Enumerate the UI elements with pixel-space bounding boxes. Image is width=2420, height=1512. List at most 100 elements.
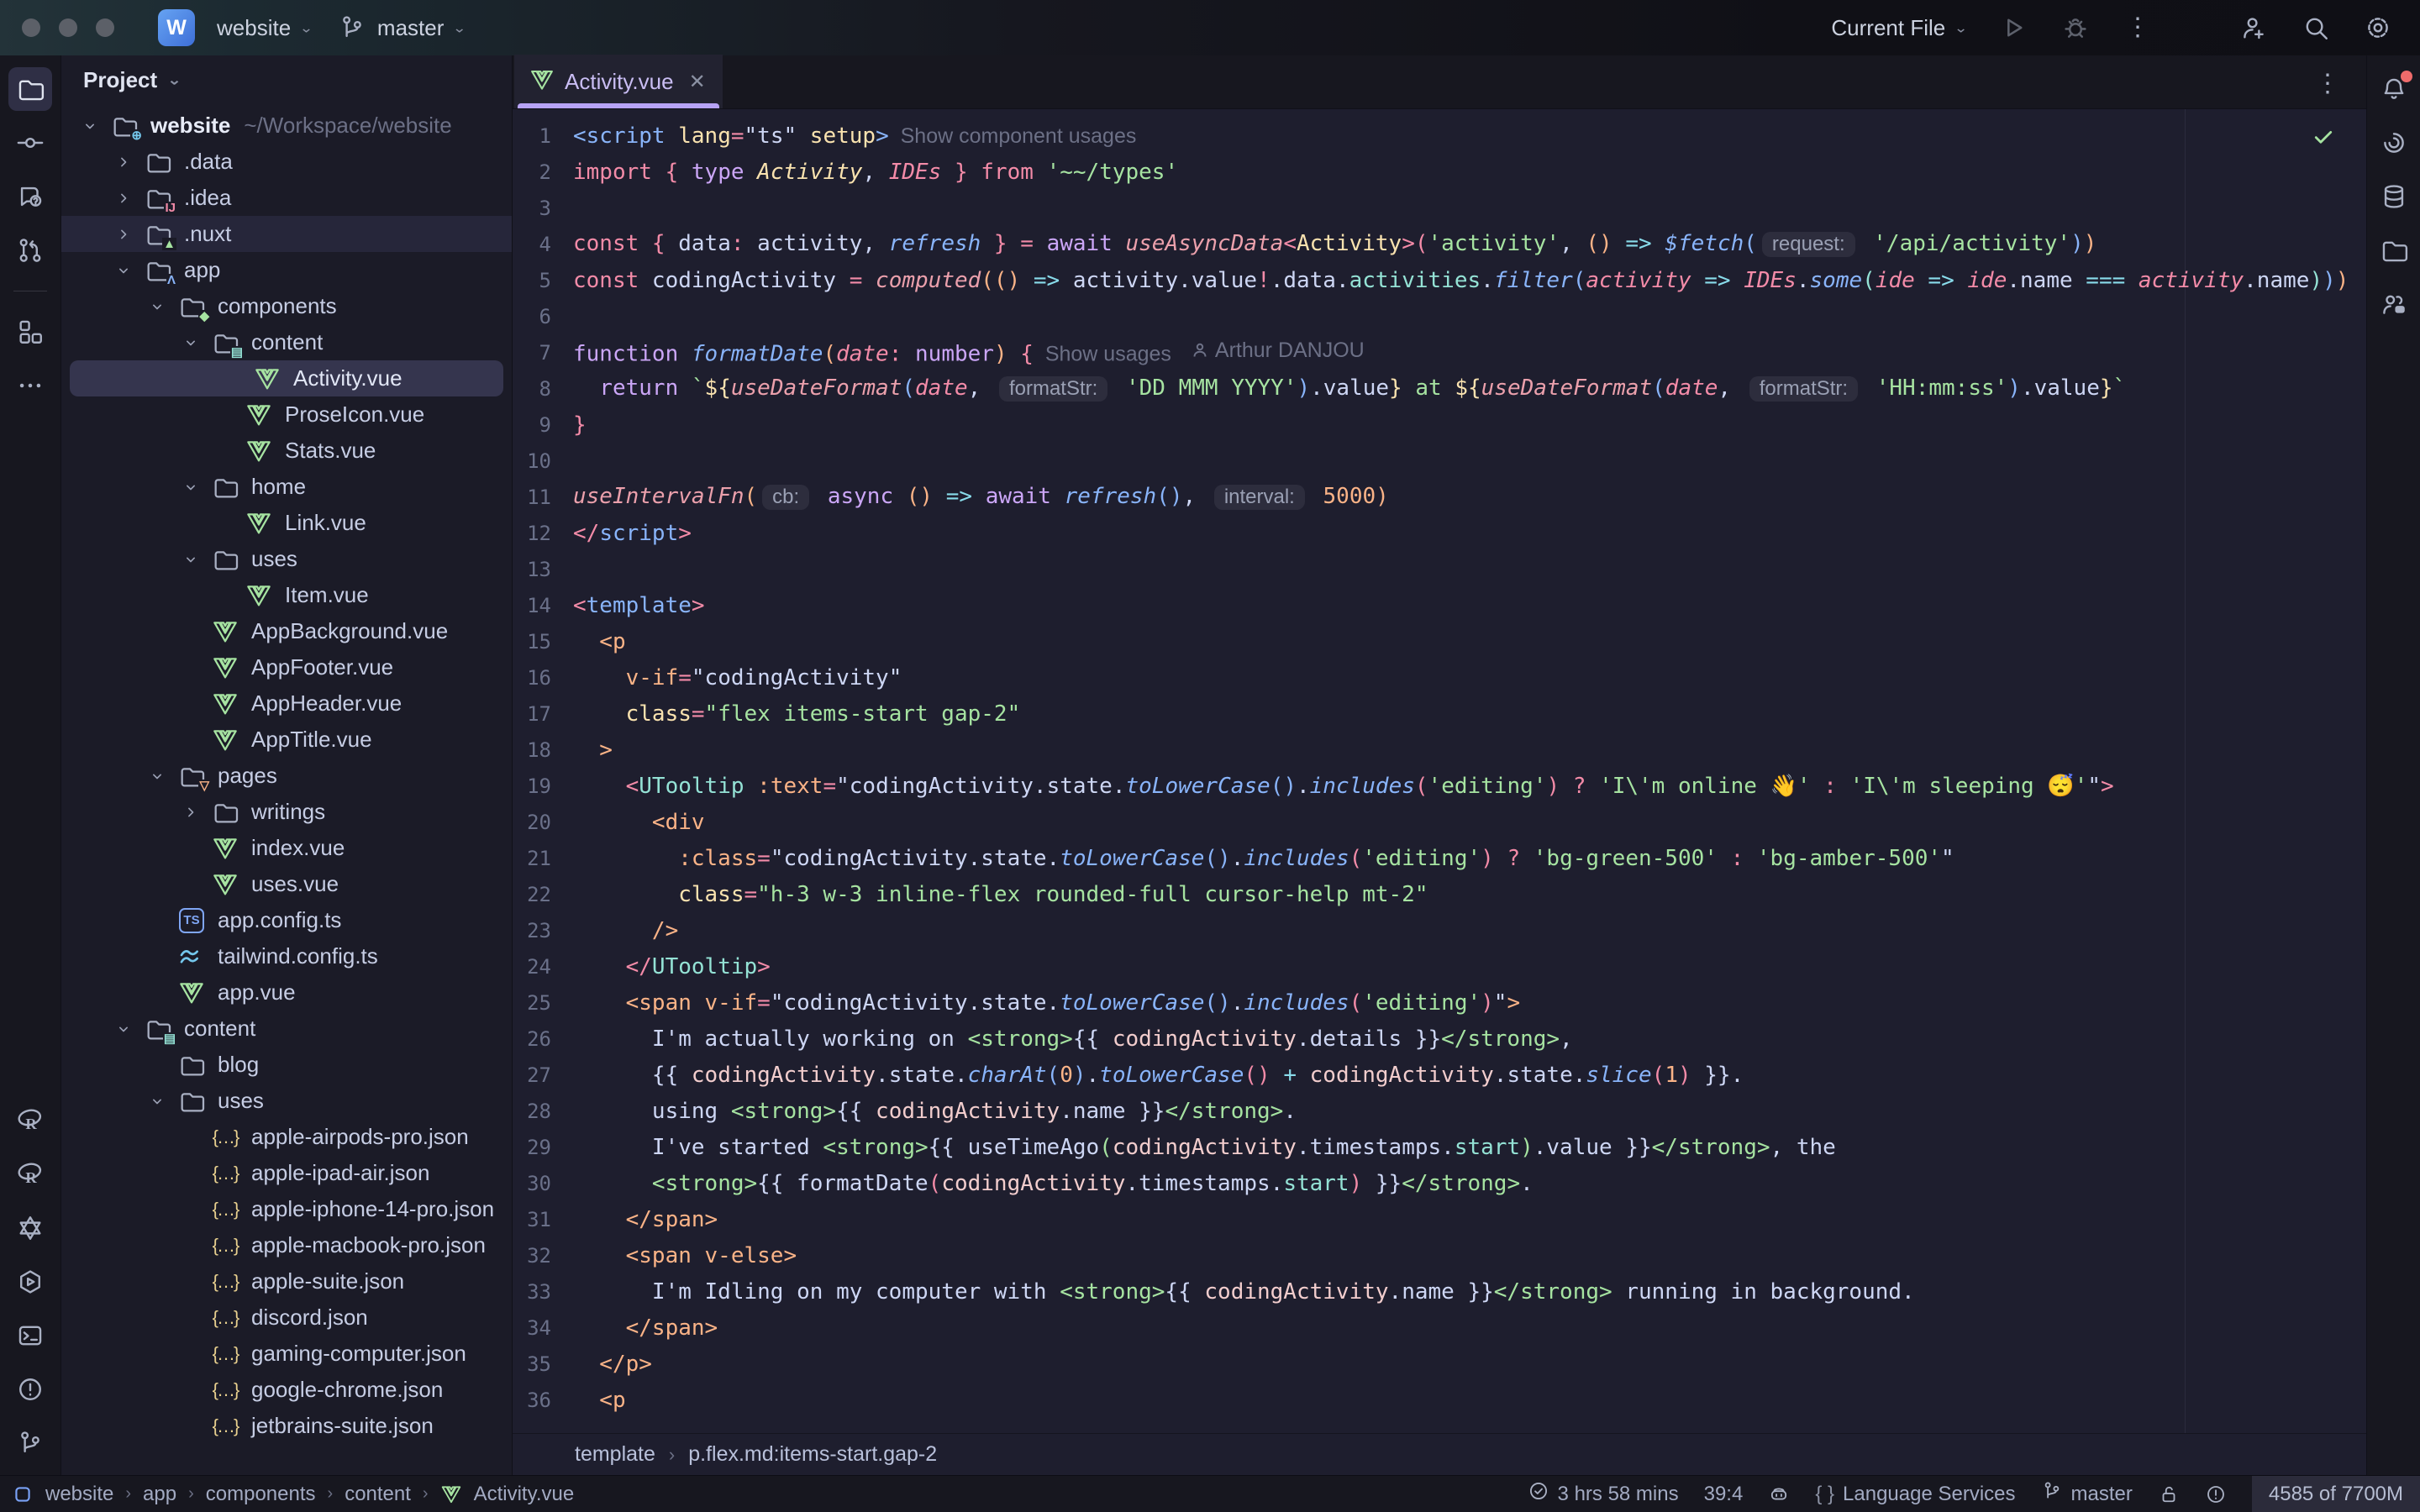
tree-item-apple-ipad-air-json[interactable]: {…}apple-ipad-air.json [61,1155,512,1191]
code-line-19[interactable]: 19 <UTooltip :text="codingActivity.state… [513,768,2366,804]
code-line-5[interactable]: 5const codingActivity = computed(() => a… [513,262,2366,298]
tree-item-app-vue[interactable]: app.vue [61,974,512,1011]
ai-help-chat-icon[interactable] [8,175,52,218]
chevron-down-icon[interactable] [73,118,107,134]
chevron-down-icon[interactable] [174,334,208,351]
minimize-window-button[interactable] [59,18,77,37]
run-button[interactable] [1996,11,2030,45]
chevron-down-icon[interactable] [174,551,208,568]
tree-item-blog[interactable]: blog [61,1047,512,1083]
tree-item-stats-vue[interactable]: Stats.vue [61,433,512,469]
chevron-down-icon[interactable] [140,1093,174,1110]
code-editor[interactable]: 1<script lang="ts" setup> Show component… [513,109,2366,1433]
code-line-17[interactable]: 17 class="flex items-start gap-2" [513,696,2366,732]
tree-item-apple-airpods-pro-json[interactable]: {…}apple-airpods-pro.json [61,1119,512,1155]
tree-item-writings[interactable]: writings [61,794,512,830]
tree-item-proseicon-vue[interactable]: ProseIcon.vue [61,396,512,433]
chevron-right-icon[interactable] [107,190,140,207]
status-path-item[interactable]: components [206,1483,316,1506]
code-line-8[interactable]: 8 return `${useDateFormat(date, formatSt… [513,370,2366,407]
r-language-icon[interactable]: R [8,1099,52,1142]
copilot-status-icon[interactable] [1768,1483,1790,1505]
tab-activity-vue[interactable]: Activity.vue ✕ [514,55,723,108]
tree-item-content[interactable]: ▤content [61,324,512,360]
code-line-2[interactable]: 2import { type Activity, IDEs } from '~~… [513,154,2366,190]
database-icon[interactable] [2372,175,2416,218]
tree-item-apptitle-vue[interactable]: AppTitle.vue [61,722,512,758]
code-line-3[interactable]: 3 [513,190,2366,226]
tree-item-google-chrome-json[interactable]: {…}google-chrome.json [61,1372,512,1408]
project-widget[interactable]: website ⌄ [217,15,313,41]
problems-indicator-icon[interactable] [2205,1483,2227,1505]
version-control-icon[interactable] [8,1421,52,1465]
editor-options-button[interactable]: ⋮ [2311,67,2344,101]
code-line-27[interactable]: 27 {{ codingActivity.state.charAt(0).toL… [513,1057,2366,1093]
tree-item--idea[interactable]: IJ.idea [61,180,512,216]
pull-requests-icon[interactable] [8,228,52,272]
code-line-35[interactable]: 35 </p> [513,1346,2366,1382]
git-branch-widget[interactable]: master [2041,1480,2133,1508]
chevron-down-icon[interactable] [107,1021,140,1037]
tree-item-apple-macbook-pro-json[interactable]: {…}apple-macbook-pro.json [61,1227,512,1263]
tree-item-components[interactable]: ◆components [61,288,512,324]
code-line-30[interactable]: 30 <strong>{{ formatDate(codingActivity.… [513,1165,2366,1201]
debug-button[interactable] [2059,11,2092,45]
services-icon[interactable] [8,1260,52,1304]
tree-item-appheader-vue[interactable]: AppHeader.vue [61,685,512,722]
tree-item-app[interactable]: Λapp [61,252,512,288]
breadcrumb-item[interactable]: p.flex.md:items-start.gap-2 [688,1442,937,1467]
chevron-right-icon[interactable] [107,154,140,171]
graphql-icon[interactable] [8,1206,52,1250]
run-config-selector[interactable]: Current File ⌄ [1831,15,1968,41]
coding-time-widget[interactable]: 3 hrs 58 mins [1528,1480,1679,1508]
code-line-25[interactable]: 25 <span v-if="codingActivity.state.toLo… [513,984,2366,1021]
code-line-23[interactable]: 23 /> [513,912,2366,948]
breadcrumb-item[interactable]: template [575,1442,655,1467]
code-line-16[interactable]: 16 v-if="codingActivity" [513,659,2366,696]
ai-assistant-swirl-icon[interactable] [2372,121,2416,165]
code-line-10[interactable]: 10 [513,443,2366,479]
inspections-ok-icon[interactable] [2311,124,2336,155]
code-line-29[interactable]: 29 I've started <strong>{{ useTimeAgo(co… [513,1129,2366,1165]
tree-item-discord-json[interactable]: {…}discord.json [61,1299,512,1336]
tree-item-link-vue[interactable]: Link.vue [61,505,512,541]
status-path-item[interactable]: Activity.vue [474,1483,575,1506]
code-line-11[interactable]: 11useIntervalFn(cb: async () => await re… [513,479,2366,515]
code-line-36[interactable]: 36 <p [513,1382,2366,1418]
status-path-item[interactable]: app [143,1483,176,1506]
tree-item-uses[interactable]: uses [61,1083,512,1119]
code-line-31[interactable]: 31 </span> [513,1201,2366,1237]
code-line-9[interactable]: 9} [513,407,2366,443]
close-tab-icon[interactable]: ✕ [689,70,706,94]
tree-item-apple-suite-json[interactable]: {…}apple-suite.json [61,1263,512,1299]
chevron-down-icon[interactable] [140,298,174,315]
tree-item-activity-vue[interactable]: Activity.vue [70,360,503,396]
code-line-6[interactable]: 6 [513,298,2366,334]
tree-item-appbackground-vue[interactable]: AppBackground.vue [61,613,512,649]
code-line-26[interactable]: 26 I'm actually working on <strong>{{ co… [513,1021,2366,1057]
vcs-widget[interactable]: master ⌄ [335,11,466,45]
code-line-32[interactable]: 32 <span v-else> [513,1237,2366,1273]
caret-position-widget[interactable]: 39:4 [1704,1483,1744,1506]
more-actions-button[interactable]: ⋮ [2121,11,2154,45]
tree-item-tailwind-config-ts[interactable]: tailwind.config.ts [61,938,512,974]
status-breadcrumb[interactable]: website›app›components›content›Activity.… [12,1483,574,1506]
code-line-15[interactable]: 15 <p [513,623,2366,659]
tree-item-gaming-computer-json[interactable]: {…}gaming-computer.json [61,1336,512,1372]
zoom-window-button[interactable] [96,18,114,37]
language-services-widget[interactable]: { } Language Services [1815,1483,2015,1506]
tree-item-apple-iphone-14-pro-json[interactable]: {…}apple-iphone-14-pro.json [61,1191,512,1227]
code-line-22[interactable]: 22 class="h-3 w-3 inline-flex rounded-fu… [513,876,2366,912]
code-line-20[interactable]: 20 <div [513,804,2366,840]
project-folder-icon[interactable] [8,67,52,111]
tree-item-uses[interactable]: uses [61,541,512,577]
tree-item-index-vue[interactable]: index.vue [61,830,512,866]
code-line-21[interactable]: 21 :class="codingActivity.state.toLowerC… [513,840,2366,876]
copilot-robot-icon[interactable] [2372,228,2416,272]
r-language-2-icon[interactable]: R [8,1152,52,1196]
code-line-33[interactable]: 33 I'm Idling on my computer with <stron… [513,1273,2366,1310]
add-user-button[interactable] [2237,11,2270,45]
tree-item-appfooter-vue[interactable]: AppFooter.vue [61,649,512,685]
tree-item-home[interactable]: home [61,469,512,505]
tree-item--nuxt[interactable]: ▲.nuxt [61,216,512,252]
